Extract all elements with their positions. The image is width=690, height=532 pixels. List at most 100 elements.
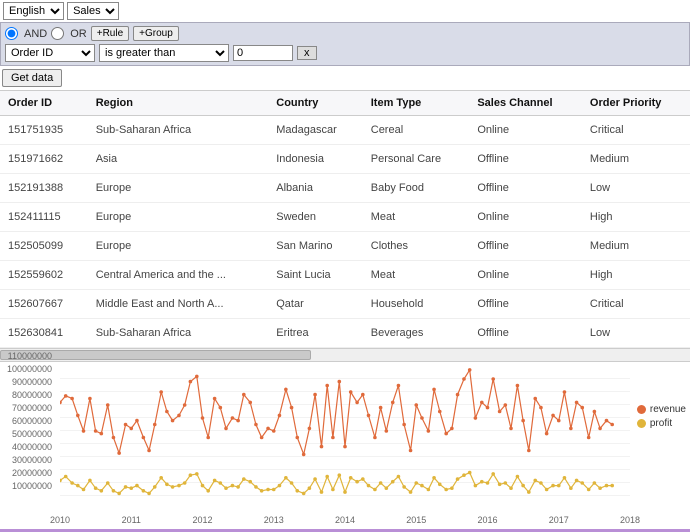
table-cell: Sweden	[268, 203, 363, 232]
table-cell: Offline	[469, 145, 582, 174]
column-header[interactable]: Order ID	[0, 91, 88, 116]
or-radio[interactable]	[51, 27, 64, 40]
chart-legend: revenue profit	[637, 404, 686, 432]
top-toolbar: English Sales	[0, 0, 690, 22]
table-cell: Albania	[268, 174, 363, 203]
x-tick-label: 2018	[620, 515, 640, 525]
table-cell: 152411115	[0, 203, 88, 232]
table-cell: 151971662	[0, 145, 88, 174]
column-header[interactable]: Sales Channel	[469, 91, 582, 116]
legend-profit-label: profit	[650, 418, 672, 429]
y-tick-label: 30000000	[12, 455, 52, 465]
table-cell: 152630841	[0, 319, 88, 348]
table-cell: Critical	[582, 290, 690, 319]
table-cell: High	[582, 203, 690, 232]
remove-condition-button[interactable]: x	[297, 46, 317, 60]
table-cell: Madagascar	[268, 116, 363, 145]
table-cell: 152559602	[0, 261, 88, 290]
legend-revenue: revenue	[637, 404, 686, 415]
table-cell: Baby Food	[363, 174, 470, 203]
operator-select[interactable]: is greater than	[99, 44, 229, 62]
table-cell: Online	[469, 116, 582, 145]
table-cell: Beverages	[363, 319, 470, 348]
add-rule-button[interactable]: +Rule	[91, 26, 129, 41]
column-header[interactable]: Order Priority	[582, 91, 690, 116]
table-cell: Household	[363, 290, 470, 319]
table-cell: Europe	[88, 232, 269, 261]
table-cell: Sub-Saharan Africa	[88, 319, 269, 348]
y-tick-label: 70000000	[12, 403, 52, 413]
table-cell: 151751935	[0, 116, 88, 145]
x-tick-label: 2011	[122, 515, 141, 525]
table-row[interactable]: 152191388EuropeAlbaniaBaby FoodOfflineLo…	[0, 174, 690, 203]
table-row[interactable]: 152411115EuropeSwedenMeatOnlineHigh	[0, 203, 690, 232]
table-cell: Offline	[469, 232, 582, 261]
x-tick-label: 2010	[50, 515, 70, 525]
column-header[interactable]: Item Type	[363, 91, 470, 116]
value-input[interactable]	[233, 45, 293, 61]
table-cell: Middle East and North A...	[88, 290, 269, 319]
table-cell: Sub-Saharan Africa	[88, 116, 269, 145]
table-cell: Online	[469, 261, 582, 290]
x-tick-label: 2015	[406, 515, 426, 525]
x-tick-label: 2012	[192, 515, 212, 525]
table-row[interactable]: 152607667Middle East and North A...Qatar…	[0, 290, 690, 319]
field-select[interactable]: Order ID	[5, 44, 95, 62]
and-radio[interactable]	[5, 27, 18, 40]
table-cell: Critical	[582, 116, 690, 145]
y-tick-label: 100000000	[7, 364, 52, 374]
x-tick-label: 2017	[549, 515, 569, 525]
and-label: AND	[24, 28, 47, 40]
column-header[interactable]: Country	[268, 91, 363, 116]
y-tick-label: 90000000	[12, 377, 52, 387]
table-cell: Low	[582, 174, 690, 203]
y-axis: 1000000020000000300000004000000050000000…	[0, 366, 56, 496]
y-tick-label: 80000000	[12, 390, 52, 400]
y-tick-label: 10000000	[12, 481, 52, 491]
horizontal-scrollbar[interactable]	[0, 348, 690, 362]
table-row[interactable]: 151971662AsiaIndonesiaPersonal CareOffli…	[0, 145, 690, 174]
y-tick-label: 110000000	[8, 351, 52, 361]
revenue-dot-icon	[637, 405, 646, 414]
table-cell: Meat	[363, 261, 470, 290]
legend-revenue-label: revenue	[650, 404, 686, 415]
table-row[interactable]: 152559602Central America and the ...Sain…	[0, 261, 690, 290]
table-cell: 152191388	[0, 174, 88, 203]
table-select[interactable]: Sales	[67, 2, 119, 20]
legend-profit: profit	[637, 418, 686, 429]
y-tick-label: 50000000	[12, 429, 52, 439]
table-cell: Online	[469, 203, 582, 232]
table-cell: Europe	[88, 174, 269, 203]
table-row[interactable]: 152630841Sub-Saharan AfricaEritreaBevera…	[0, 319, 690, 348]
table-cell: San Marino	[268, 232, 363, 261]
get-data-button[interactable]: Get data	[2, 69, 62, 87]
table-cell: Qatar	[268, 290, 363, 319]
table-cell: Central America and the ...	[88, 261, 269, 290]
table-cell: Europe	[88, 203, 269, 232]
table-cell: Low	[582, 319, 690, 348]
chart-plot	[60, 366, 630, 496]
column-header[interactable]: Region	[88, 91, 269, 116]
logic-row: AND OR +Rule +Group	[5, 26, 685, 41]
language-select[interactable]: English	[3, 2, 64, 20]
table-row[interactable]: 151751935Sub-Saharan AfricaMadagascarCer…	[0, 116, 690, 145]
profit-dot-icon	[637, 419, 646, 428]
table-cell: Offline	[469, 174, 582, 203]
or-label: OR	[70, 28, 87, 40]
table-cell: Cereal	[363, 116, 470, 145]
x-axis: 201020112012201320142015201620172018	[60, 515, 630, 527]
table-cell: Meat	[363, 203, 470, 232]
add-group-button[interactable]: +Group	[133, 26, 179, 41]
table-cell: Indonesia	[268, 145, 363, 174]
table-cell: High	[582, 261, 690, 290]
table-row[interactable]: 152505099EuropeSan MarinoClothesOfflineM…	[0, 232, 690, 261]
table-cell: Asia	[88, 145, 269, 174]
table-cell: 152607667	[0, 290, 88, 319]
chart: 1000000020000000300000004000000050000000…	[0, 362, 690, 532]
y-tick-label: 20000000	[12, 468, 52, 478]
table-cell: Medium	[582, 145, 690, 174]
x-tick-label: 2014	[335, 515, 355, 525]
condition-row: Order ID is greater than x	[5, 44, 685, 62]
table-cell: Medium	[582, 232, 690, 261]
table-cell: Clothes	[363, 232, 470, 261]
